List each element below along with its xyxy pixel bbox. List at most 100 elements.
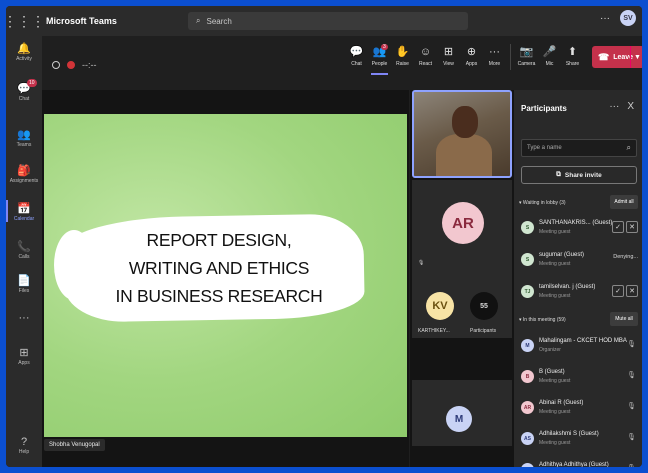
rail-item-calendar[interactable]: 📅 Calendar	[6, 202, 42, 222]
close-icon[interactable]: X	[627, 101, 634, 112]
participant-role: Meeting guest	[539, 409, 571, 415]
rail-label: Apps	[18, 360, 30, 366]
avatar: B	[521, 370, 534, 383]
more-options-icon[interactable]: ···	[609, 101, 619, 112]
participant-tiles: AR 🎙 KV 55 KARTHIKEY... Participants	[412, 180, 512, 338]
call-status: --:--	[52, 60, 97, 70]
participant-search-input[interactable]: Type a name ⌕	[521, 139, 637, 157]
slide-line-2: WRITING AND ETHICS	[128, 258, 310, 278]
tool-label: Raise	[396, 61, 409, 67]
rail-item-help[interactable]: ? Help	[6, 436, 42, 455]
rail-item-files[interactable]: 📄 Files	[6, 274, 42, 294]
participant-name: tamilselvan. j (Guest)	[539, 284, 596, 290]
admit-check-icon[interactable]: ✓	[612, 221, 624, 233]
kv-name-label: KARTHIKEY...	[418, 328, 450, 334]
rail-item-activity[interactable]: 🔔 Activity	[6, 42, 42, 62]
rail-item-more[interactable]: ···	[6, 312, 42, 325]
device-share-button[interactable]: ⬆ Share	[561, 44, 584, 70]
admit-all-button[interactable]: Admit all	[610, 195, 638, 209]
member-item[interactable]: A Adhithya Adhithya (Guest) 🎙	[519, 458, 640, 467]
avatar: AS	[521, 432, 534, 445]
rail-item-apps[interactable]: ⊞ Apps	[6, 346, 42, 366]
more-icon: ···	[18, 312, 30, 324]
tool-label: Mic	[545, 61, 554, 67]
leave-button[interactable]: ☎ Leave ▼	[592, 46, 642, 68]
raise-hand-icon: ✋	[395, 46, 410, 58]
deny-x-icon[interactable]: ✕	[626, 221, 638, 233]
lobby-item: S SANTHANAKRIS... (Guest) Meeting guest ✓ ✕	[519, 216, 640, 242]
slide-line-1: REPORT DESIGN,	[146, 230, 292, 250]
member-item[interactable]: AS Adhilakshmi S (Guest) Meeting guest 🎙	[519, 427, 640, 453]
bell-icon: 🔔	[17, 43, 31, 55]
avatar: A	[521, 463, 534, 467]
meeting-controls: 💬 Chat 👥 People 3 ✋ Raise ☺ React ⊞ View ⊕ Apps ··· Mo…	[345, 44, 584, 75]
lobby-status: Denying...	[613, 254, 638, 260]
participant-count[interactable]: 55	[470, 292, 498, 320]
tool-chat-button[interactable]: 💬 Chat	[345, 44, 368, 70]
call-timer: --:--	[82, 60, 97, 70]
mic-off-icon: 🎙	[627, 464, 636, 467]
rail-item-chat[interactable]: 💬 Chat 10	[6, 79, 42, 102]
more-icon: ···	[489, 46, 500, 58]
video-person-body	[436, 134, 492, 176]
tool-apps-button[interactable]: ⊕ Apps	[460, 44, 483, 70]
rail-label: Help	[18, 449, 30, 455]
teams-icon: 👥	[17, 129, 31, 141]
search-placeholder: Search	[206, 16, 232, 26]
mute-all-button[interactable]: Mute all	[610, 312, 638, 326]
tool-label: View	[443, 61, 454, 67]
avatar-ar[interactable]: AR	[442, 202, 484, 244]
tool-react-button[interactable]: ☺ React	[414, 44, 437, 70]
tool-label: Apps	[465, 61, 478, 67]
phone-icon: ☎	[598, 51, 610, 62]
mic-off-icon: 🎙	[627, 403, 636, 410]
member-item[interactable]: B B (Guest) Meeting guest 🎙	[519, 365, 640, 391]
avatar: AR	[521, 401, 534, 414]
more-options-icon[interactable]: ···	[600, 13, 610, 24]
shared-content-stage: REPORT DESIGN, WRITING AND ETHICS IN BUS…	[42, 90, 409, 467]
tool-raise-button[interactable]: ✋ Raise	[391, 44, 414, 70]
lobby-header[interactable]: ▾ Waiting in lobby (3)	[519, 200, 566, 206]
share-invite-label: Share invite	[564, 171, 602, 179]
rail-label: Assignments	[9, 178, 39, 184]
lobby-actions: ✓ ✕	[612, 221, 638, 233]
app-launcher-icon[interactable]: ⋮⋮⋮	[6, 6, 45, 36]
meeting-header-label: In this meeting (59)	[522, 317, 566, 323]
member-item[interactable]: M Mahalingam - CKCET HOD MBA Organizer 🎙	[519, 334, 640, 360]
slide-line-3: IN BUSINESS RESEARCH	[115, 286, 323, 306]
title-bar: ⋮⋮⋮ Microsoft Teams ⌕ Search ··· SV	[6, 6, 642, 36]
rail-item-calls[interactable]: 📞 Calls	[6, 240, 42, 260]
participant-video[interactable]	[412, 90, 512, 178]
tool-view-button[interactable]: ⊞ View	[437, 44, 460, 70]
tool-label: Chat	[351, 61, 362, 67]
chevron-down-icon[interactable]: ▼	[630, 46, 642, 68]
avatar: S	[521, 221, 534, 234]
meeting-header[interactable]: ▾ In this meeting (59)	[519, 317, 566, 323]
rail-item-teams[interactable]: 👥 Teams	[6, 128, 42, 148]
tool-people-button[interactable]: 👥 People 3	[368, 44, 391, 75]
member-item[interactable]: AR Abinai R (Guest) Meeting guest 🎙	[519, 396, 640, 422]
admit-check-icon[interactable]: ✓	[612, 285, 624, 297]
tool-more-button[interactable]: ··· More	[483, 44, 506, 70]
react-icon: ☺	[419, 46, 432, 58]
avatar-m[interactable]: M	[446, 406, 472, 432]
avatar-kv[interactable]: KV	[426, 292, 454, 320]
avatar: S	[521, 253, 534, 266]
participant-name: Adhilakshmi S (Guest)	[539, 431, 599, 437]
deny-x-icon[interactable]: ✕	[626, 285, 638, 297]
device-camera-button[interactable]: 📷 Camera	[515, 44, 538, 70]
presenter-name-tag: Shobha Venugopal	[44, 439, 105, 451]
assignments-icon: 🎒	[17, 165, 31, 177]
files-icon: 📄	[17, 275, 31, 287]
share-invite-button[interactable]: ⧉ Share invite	[521, 166, 637, 184]
search-input[interactable]: ⌕ Search	[188, 12, 468, 30]
participant-role: Meeting guest	[539, 261, 571, 267]
video-gallery: AR 🎙 KV 55 KARTHIKEY... Participants M	[410, 90, 514, 467]
search-placeholder: Type a name	[527, 145, 562, 151]
device-mic-button[interactable]: 🎤 Mic	[538, 44, 561, 70]
participant-name: B (Guest)	[539, 369, 565, 375]
meeting-toolbar: --:-- 💬 Chat 👥 People 3 ✋ Raise ☺ React ⊞ View ⊕ App…	[42, 36, 642, 90]
user-avatar[interactable]: SV	[620, 10, 636, 26]
rail-item-assignments[interactable]: 🎒 Assignments	[6, 164, 42, 184]
recording-icon	[67, 61, 75, 69]
